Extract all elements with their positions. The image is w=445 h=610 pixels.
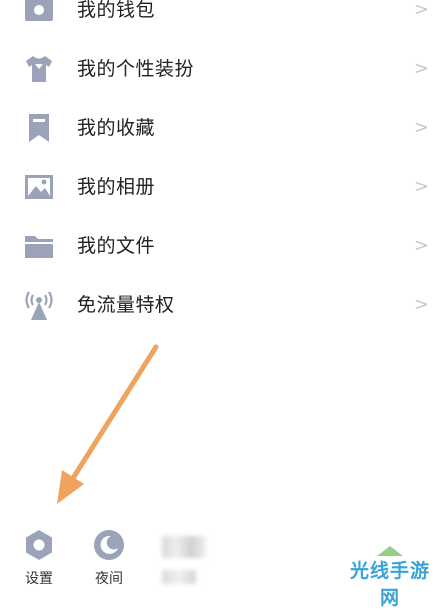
chevron-right-icon: > [413, 235, 429, 256]
chevron-right-icon: > [413, 58, 429, 79]
menu-item-favorites[interactable]: 我的收藏 > [0, 100, 445, 156]
menu-item-label: 我的相册 [77, 176, 156, 198]
menu-item-label: 我的文件 [77, 235, 156, 257]
menu-item-album[interactable]: 我的相册 > [0, 159, 445, 215]
menu-item-label: 我的个性装扮 [77, 58, 195, 80]
tshirt-icon [26, 56, 52, 82]
blurred-content [162, 536, 206, 558]
menu-item-theme[interactable]: 我的个性装扮 > [0, 41, 445, 97]
wallet-icon [25, 0, 53, 21]
blurred-content [162, 570, 196, 584]
settings-button[interactable]: 设置 [14, 528, 64, 588]
chevron-right-icon: > [413, 117, 429, 138]
watermark-text: 光线手游网 [349, 560, 430, 609]
menu-item-label: 我的收藏 [77, 117, 156, 139]
photo-icon [25, 175, 53, 199]
menu-item-wallet[interactable]: 我的钱包 > [0, 0, 445, 38]
menu-item-label: 免流量特权 [77, 294, 175, 316]
folder-icon [25, 236, 53, 258]
chevron-right-icon: > [413, 0, 429, 20]
bookmark-icon [29, 114, 49, 142]
settings-label: 设置 [25, 571, 53, 587]
menu-item-free-data[interactable]: 免流量特权 > [0, 277, 445, 333]
night-mode-button[interactable]: 夜间 [84, 528, 134, 588]
watermark-logo: 光线手游网 [341, 544, 439, 609]
menu-item-files[interactable]: 我的文件 > [0, 218, 445, 274]
menu-item-label: 我的钱包 [77, 0, 156, 21]
moon-icon [94, 530, 124, 560]
chevron-right-icon: > [413, 294, 429, 315]
night-label: 夜间 [95, 571, 123, 587]
chevron-right-icon: > [413, 176, 429, 197]
gear-icon [26, 530, 52, 560]
signal-tower-icon [25, 291, 53, 320]
